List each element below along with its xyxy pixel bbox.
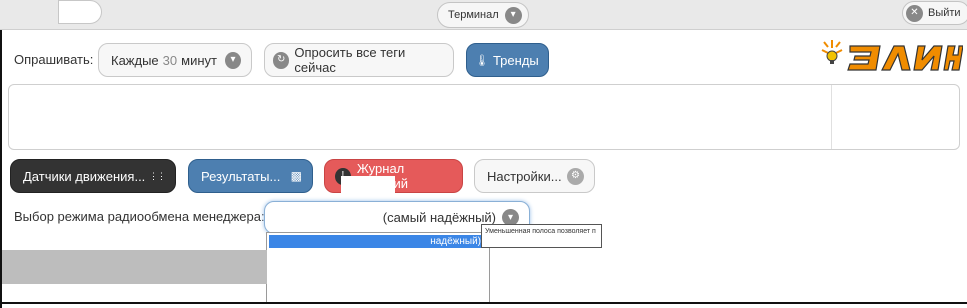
radio-mode-dropdown[interactable]: надёжный) (266, 232, 490, 303)
poll-all-button[interactable]: ↻ Опросить все теги сейчас (264, 43, 454, 77)
chevron-down-icon: ▾ (504, 6, 522, 24)
motion-sensors-label: Датчики движения... (23, 168, 146, 184)
top-left-button[interactable] (58, 0, 102, 24)
results-label: Результаты... (201, 168, 281, 184)
dropdown-option-highlighted[interactable]: надёжный) (269, 235, 489, 248)
results-button[interactable]: Результаты... ▩ (188, 159, 313, 193)
overlay-patch (270, 203, 370, 233)
terminal-label: Терминал (448, 9, 499, 21)
thermometer-icon: 🌡 (475, 54, 489, 67)
terminal-button[interactable]: Терминал ▾ (437, 2, 529, 28)
bar-chart-icon: ▩ (290, 169, 302, 183)
motion-sensors-button[interactable]: Датчики движения... ⋮⋮ (10, 159, 176, 193)
poll-all-label: Опросить все теги сейчас (294, 45, 406, 75)
settings-label: Настройки... (487, 168, 562, 184)
trends-button[interactable]: 🌡 Тренды (466, 43, 549, 77)
refresh-icon: ↻ (273, 51, 290, 69)
close-icon: ✕ (906, 4, 923, 22)
radio-mode-label: Выбор режима радиообмена менеджера: (14, 209, 265, 224)
trends-label: Тренды (492, 52, 539, 68)
interval-prefix: Каждые (111, 52, 159, 68)
poll-interval-select[interactable]: Каждые 30 минут ▾ (98, 43, 252, 77)
tooltip: Уменьшенная полоса позволяет п (481, 224, 602, 248)
interval-unit: минут (181, 52, 217, 68)
chevron-down-icon: ▾ (224, 51, 241, 69)
elin-logo (821, 40, 963, 71)
logout-label: Выйти (928, 7, 961, 19)
logout-button[interactable]: ✕ Выйти (902, 1, 967, 25)
settings-button[interactable]: Настройки... ⚙ (474, 159, 595, 193)
poll-label: Опрашивать: (14, 52, 94, 67)
content-area (8, 84, 960, 150)
radio-mode-value: (самый надёжный) (382, 210, 496, 225)
gear-icon: ⚙ (567, 167, 584, 185)
top-bar: Терминал ▾ ✕ Выйти (0, 0, 967, 30)
gray-band (2, 250, 267, 284)
interval-value: 30 (162, 52, 178, 68)
divider (831, 85, 832, 149)
grid-icon: ⋮⋮ (149, 170, 166, 181)
bottom-border (2, 302, 967, 304)
